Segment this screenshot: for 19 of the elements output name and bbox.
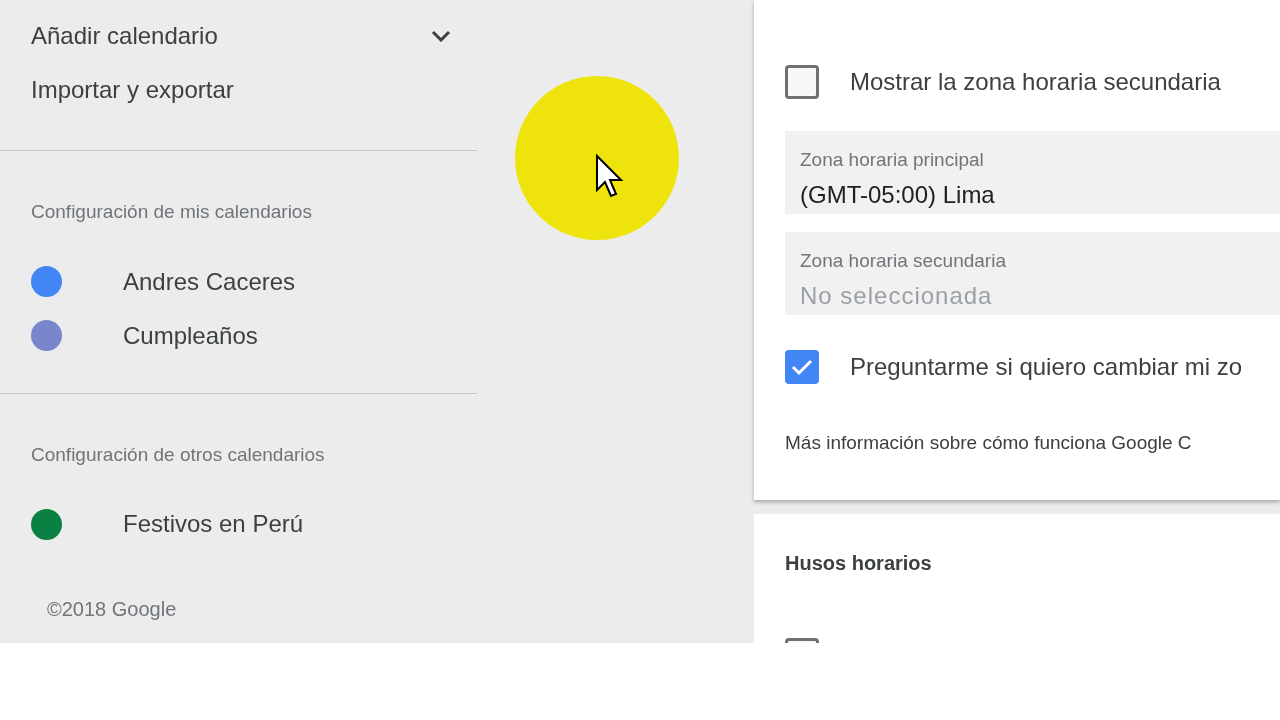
select-field[interactable]: Zona horaria secundaria No seleccionada: [785, 232, 1280, 315]
calendar-item[interactable]: Cumpleaños: [0, 308, 477, 363]
checkbox-label: Preguntarme si quiero cambiar mi zo: [850, 352, 1243, 382]
calendar-item[interactable]: Andres Caceres: [0, 254, 477, 309]
check-icon: [791, 358, 813, 376]
card-title: Husos horarios: [785, 551, 933, 576]
section-heading: Configuración de mis calendarios: [30, 200, 313, 224]
info-text: Más información sobre cómo funciona Google C: [785, 431, 1193, 455]
copyright: ©2018 Google: [46, 597, 178, 622]
sidebar-item[interactable]: Importar y exportar: [0, 63, 477, 117]
checkbox-label: Mostrar la zona horaria secundaria: [850, 67, 1221, 97]
select-field[interactable]: Zona horaria principal (GMT-05:00) Lima: [785, 131, 1280, 214]
sidebar-item[interactable]: Añadir calendario: [0, 9, 477, 63]
checkbox[interactable]: [785, 350, 819, 384]
checkbox[interactable]: [785, 65, 819, 99]
calendar-item[interactable]: Festivos en Perú: [0, 497, 477, 551]
section-heading: Configuración de otros calendarios: [30, 442, 326, 467]
pointer-highlight-icon: [515, 76, 680, 241]
chevron-down-icon: [431, 30, 451, 42]
